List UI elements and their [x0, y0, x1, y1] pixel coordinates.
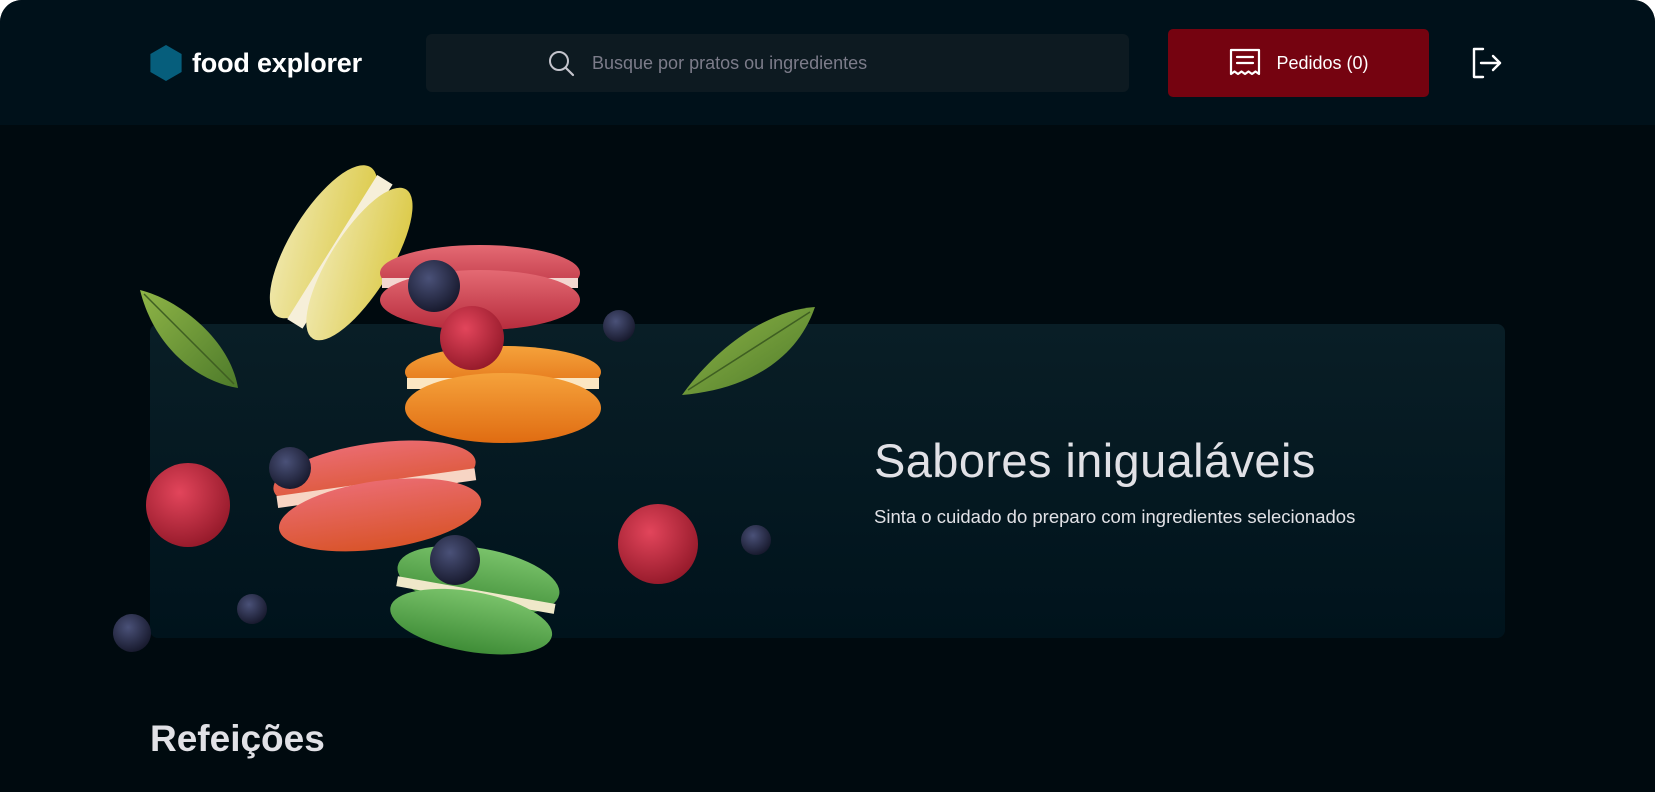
banner-subtitle: Sinta o cuidado do preparo com ingredien… [874, 506, 1356, 527]
banner-title: Sabores inigualáveis [874, 434, 1316, 487]
orders-button[interactable]: Pedidos (0) [1168, 29, 1429, 97]
sign-out-icon[interactable] [1469, 45, 1505, 81]
brand-name: food explorer [192, 47, 362, 78]
macarons-illustration [113, 165, 815, 655]
hexagon-logo-icon [150, 45, 182, 81]
orders-button-label: Pedidos (0) [1276, 52, 1369, 73]
search-icon [549, 51, 575, 77]
search-bar[interactable] [426, 34, 1129, 92]
header: food explorer Pedidos (0) [0, 0, 1655, 125]
app-window: food explorer Pedidos (0) [0, 0, 1655, 792]
search-input[interactable] [592, 34, 1092, 92]
section-title-meals: Refeições [150, 718, 325, 759]
brand[interactable]: food explorer [150, 44, 362, 82]
receipt-icon [1230, 48, 1261, 76]
